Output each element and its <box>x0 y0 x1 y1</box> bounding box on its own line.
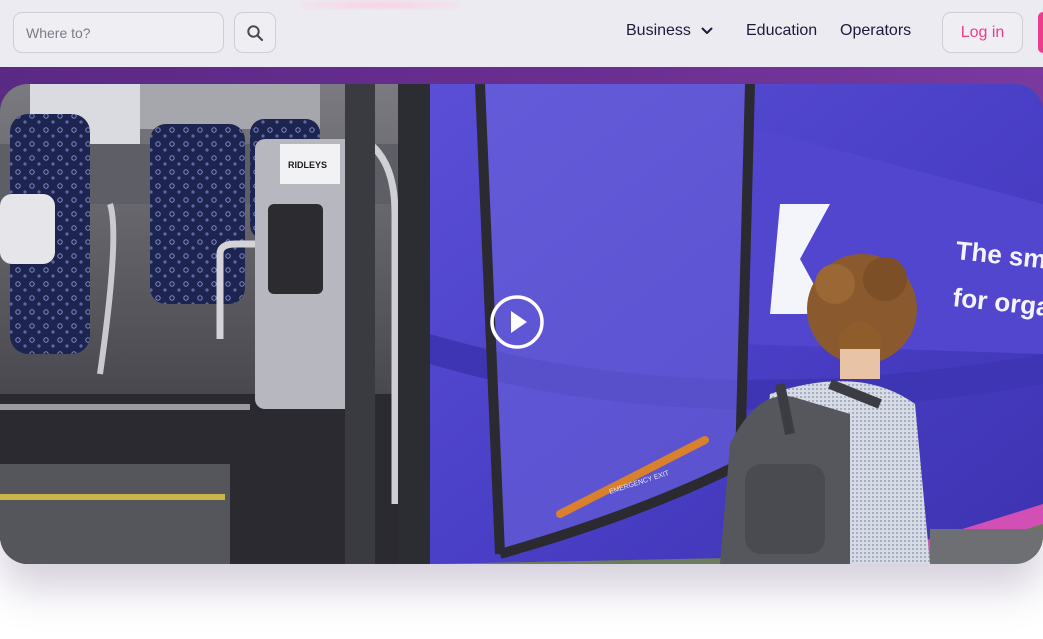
signup-button-edge[interactable] <box>1038 12 1043 53</box>
search-button[interactable] <box>234 12 276 53</box>
play-icon <box>490 295 544 349</box>
play-button[interactable] <box>490 295 544 349</box>
nav-operators[interactable]: Operators <box>840 20 911 42</box>
chevron-down-icon <box>701 27 713 35</box>
navbar-glow <box>300 0 460 10</box>
door-sign-text: RIDLEYS <box>288 160 327 170</box>
below-hero-area <box>0 564 1043 639</box>
nav-business-label: Business <box>626 22 691 39</box>
search-input[interactable] <box>13 12 224 53</box>
login-button[interactable]: Log in <box>942 12 1023 53</box>
top-navbar: Business Education Operators Log in <box>0 0 1043 67</box>
search-icon <box>246 24 264 42</box>
nav-education[interactable]: Education <box>746 20 817 42</box>
nav-business[interactable]: Business <box>626 20 713 42</box>
hero-video[interactable]: RIDLEYS EMERGENCY EXIT The smart bus s f… <box>0 84 1043 564</box>
